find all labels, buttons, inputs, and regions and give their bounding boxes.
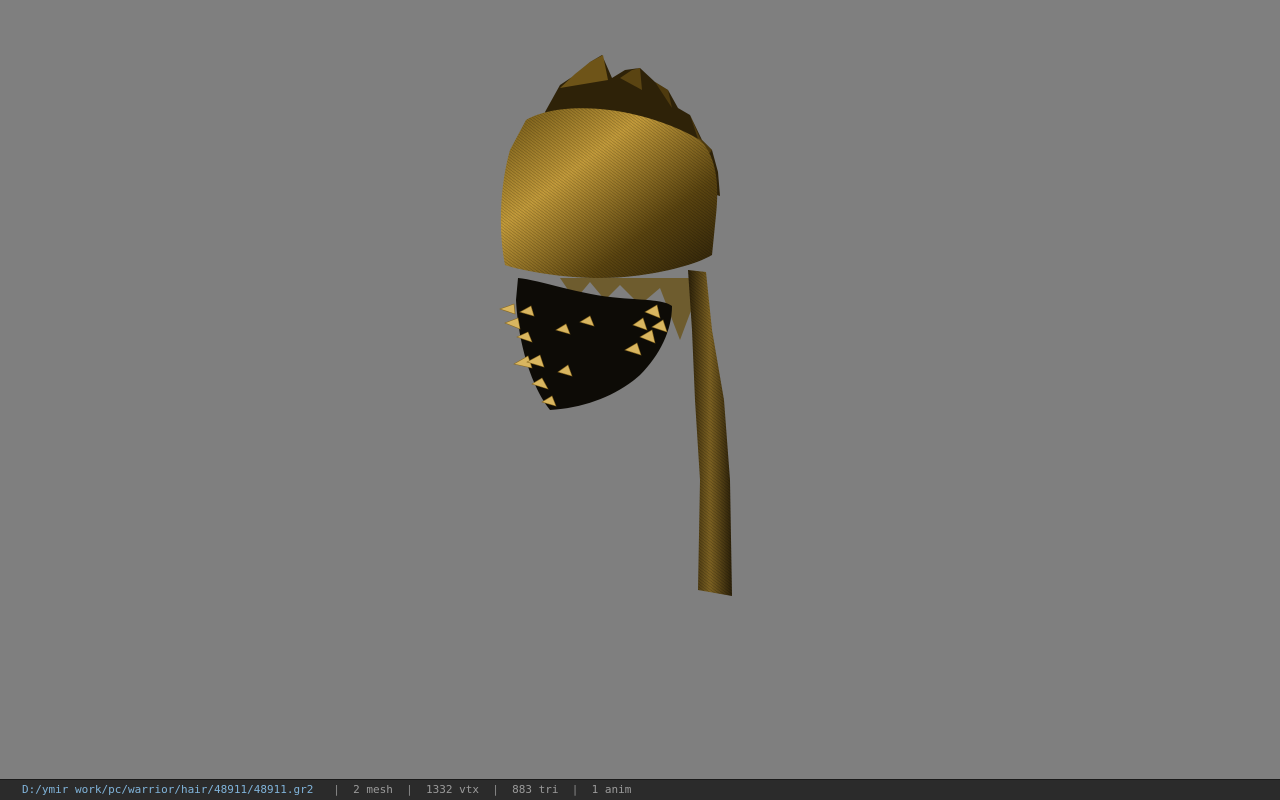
animation-count: 1 anim [591, 783, 632, 796]
helmet-model[interactable] [0, 0, 1280, 779]
mesh-count: 2 mesh [353, 783, 393, 796]
vertex-count: 1332 vtx [426, 783, 480, 796]
file-path: D:/ymir work/pc/warrior/hair/48911/48911… [22, 783, 314, 796]
3d-viewport[interactable] [0, 0, 1280, 779]
separator: | [571, 783, 579, 796]
separator: | [333, 783, 340, 796]
status-bar: D:/ymir work/pc/warrior/hair/48911/48911… [0, 779, 1280, 800]
separator: | [406, 783, 413, 796]
separator: | [492, 783, 499, 796]
face-mask [516, 278, 672, 410]
triangle-count: 883 tri [512, 783, 559, 796]
